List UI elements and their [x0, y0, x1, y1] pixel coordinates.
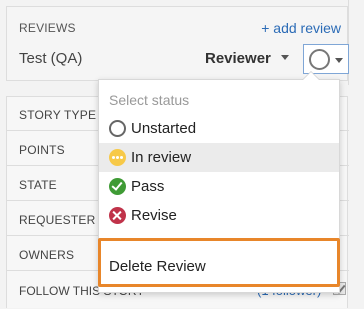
detail-label: POINTS — [19, 143, 65, 157]
status-option-label: Pass — [131, 178, 165, 195]
detail-label: OWNERS — [19, 248, 75, 262]
reviews-panel: REVIEWS + add review Test (QA) Reviewer — [0, 0, 349, 85]
in-review-icon — [109, 149, 126, 166]
menu-header: Select status — [109, 92, 190, 108]
detail-label: REQUESTER — [19, 213, 96, 227]
status-option-pass[interactable]: Pass — [99, 172, 339, 201]
reviews-title: REVIEWS — [19, 21, 76, 35]
chevron-down-icon — [335, 58, 343, 63]
reviewer-role-select[interactable]: Reviewer — [205, 50, 289, 67]
role-label: Reviewer — [205, 50, 271, 67]
review-status-button[interactable] — [303, 44, 349, 74]
status-option-label: Revise — [131, 207, 177, 224]
unstarted-circle-icon — [309, 49, 330, 70]
chevron-down-icon — [280, 54, 289, 60]
reviewer-name: Test (QA) — [19, 50, 83, 67]
status-dropdown-menu: Select status Unstarted In review Pass R… — [98, 71, 340, 293]
status-option-unstarted[interactable]: Unstarted — [99, 114, 339, 143]
reviews-box: REVIEWS + add review Test (QA) Reviewer — [6, 6, 349, 81]
delete-review-label: Delete Review — [109, 258, 206, 275]
detail-label: STORY TYPE — [19, 108, 97, 122]
add-review-link[interactable]: + add review — [261, 20, 341, 36]
revise-x-icon — [109, 207, 126, 224]
detail-label: STATE — [19, 178, 57, 192]
unstarted-icon — [109, 120, 126, 137]
status-option-revise[interactable]: Revise — [99, 201, 339, 230]
status-option-label: In review — [131, 149, 192, 166]
delete-review-option[interactable]: Delete Review — [99, 239, 339, 285]
pass-check-icon — [109, 178, 126, 195]
menu-arrow — [303, 72, 319, 80]
status-option-in-review[interactable]: In review — [99, 143, 339, 172]
status-option-label: Unstarted — [131, 120, 197, 137]
